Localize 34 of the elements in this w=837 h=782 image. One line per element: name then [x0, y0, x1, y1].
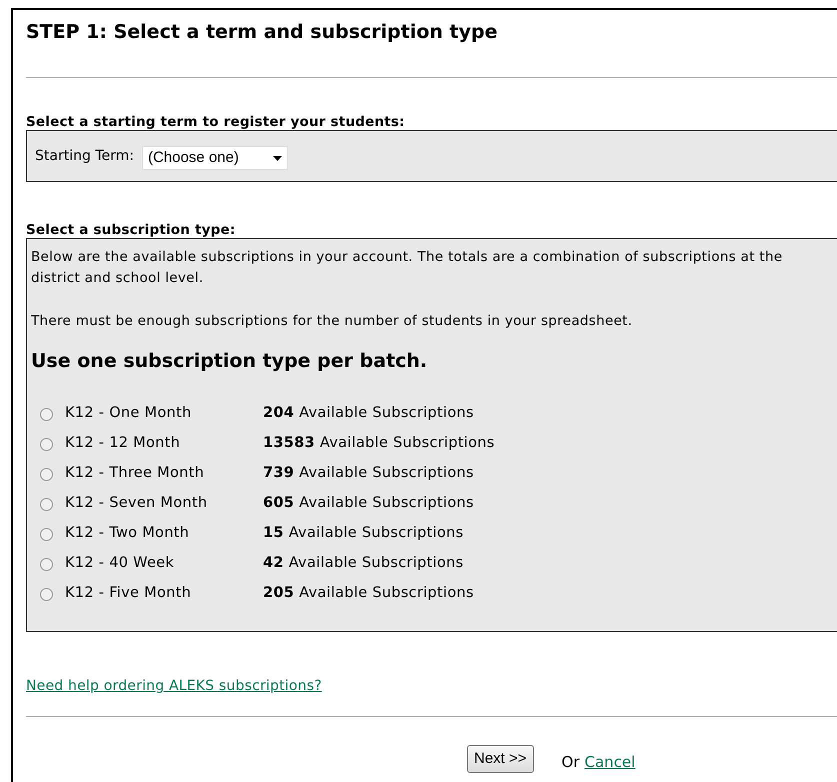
availability-text: 13583 Available Subscriptions	[263, 434, 495, 454]
availability-text: 15 Available Subscriptions	[263, 524, 464, 544]
subscription-name: K12 - Three Month	[65, 464, 206, 484]
radio-button[interactable]	[40, 438, 53, 450]
subscription-name: K12 - Two Month	[65, 524, 190, 544]
help-link[interactable]: Need help ordering ALEKS subscriptions?	[26, 678, 322, 694]
page-title: STEP 1: Select a term and subscription type	[26, 20, 499, 44]
cancel-link[interactable]: Cancel	[584, 750, 636, 773]
subscription-name: K12 - Five Month	[65, 584, 192, 604]
subscription-name: K12 - One Month	[65, 404, 192, 424]
radio-button[interactable]	[40, 468, 53, 480]
next-button[interactable]: Next >>	[467, 745, 534, 773]
subscription-name: K12 - 12 Month	[65, 434, 182, 454]
radio-button[interactable]	[40, 408, 53, 420]
radio-button[interactable]	[40, 558, 53, 570]
radio-button[interactable]	[40, 498, 53, 510]
availability-text: 205 Available Subscriptions	[263, 584, 474, 604]
section-heading: Select a starting term to register your students:	[26, 114, 406, 130]
subscription-name: K12 - 40 Week	[65, 554, 176, 574]
intro-text: Below are the available subscriptions in your account. The totals are a combination of subscriptions at the district and school level.	[31, 248, 784, 288]
caret-icon	[272, 156, 282, 160]
or-text: Or	[562, 752, 580, 772]
availability-text: 42 Available Subscriptions	[263, 554, 464, 574]
subscription-name: K12 - Seven Month	[65, 494, 208, 514]
section-heading: Select a subscription type:	[26, 222, 236, 238]
availability-text: 605 Available Subscriptions	[263, 494, 474, 514]
radio-button[interactable]	[40, 588, 53, 600]
availability-text: 204 Available Subscriptions	[263, 404, 474, 424]
requirement-text: There must be enough subscriptions for the number of students in your spreadsheet.	[31, 312, 634, 331]
starting-term-select[interactable]: (Choose one)	[142, 146, 288, 170]
availability-text: 739 Available Subscriptions	[263, 464, 474, 484]
batch-notice: Use one subscription type per batch.	[31, 349, 428, 373]
starting-term-label: Starting Term:	[35, 146, 134, 166]
radio-button[interactable]	[40, 528, 53, 540]
